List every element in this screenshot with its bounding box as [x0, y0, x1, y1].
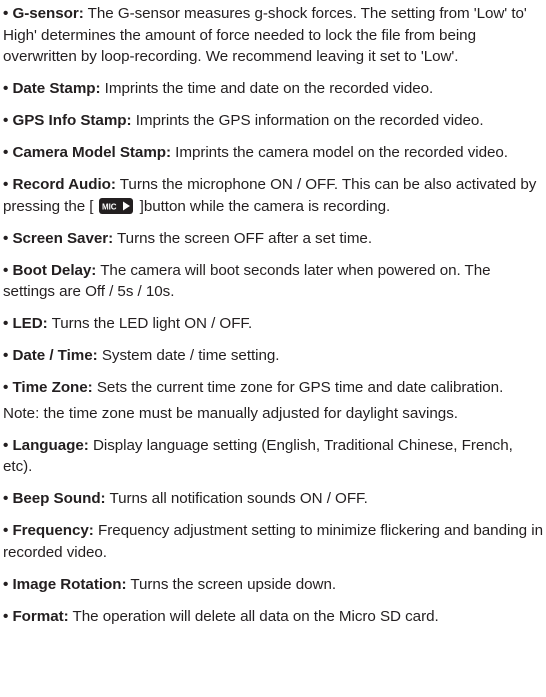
item-frequency: • Frequency: Frequency adjustment settin…: [3, 520, 543, 563]
item-beep-sound: • Beep Sound: Turns all notification sou…: [3, 488, 543, 510]
term-date-time: Date / Time:: [12, 347, 98, 364]
term-frequency: Frequency:: [12, 522, 94, 539]
desc-gps-info-stamp: Imprints the GPS information on the reco…: [131, 112, 484, 129]
desc-beep-sound: Turns all notification sounds ON / OFF.: [105, 490, 368, 507]
term-time-zone: Time Zone:: [12, 379, 93, 396]
item-record-audio: • Record Audio: Turns the microphone ON …: [3, 174, 543, 217]
item-g-sensor: • G-sensor: The G-sensor measures g-shoc…: [3, 3, 543, 68]
desc-camera-model-stamp: Imprints the camera model on the recorde…: [171, 144, 508, 161]
item-date-stamp: • Date Stamp: Imprints the time and date…: [3, 78, 543, 100]
item-language: • Language: Display language setting (En…: [3, 435, 543, 478]
mic-button-icon: MIC: [99, 197, 134, 214]
term-record-audio: Record Audio:: [12, 176, 116, 193]
item-camera-model-stamp: • Camera Model Stamp: Imprints the camer…: [3, 142, 543, 164]
bullet: •: [3, 261, 9, 279]
desc-time-zone: Sets the current time zone for GPS time …: [92, 379, 504, 396]
desc-led: Turns the LED light ON / OFF.: [47, 315, 253, 332]
term-date-stamp: Date Stamp:: [12, 80, 101, 97]
item-screen-saver: • Screen Saver: Turns the screen OFF aft…: [3, 228, 543, 250]
desc-record-audio-after: ]button while the camera is recording.: [135, 197, 391, 215]
bullet: •: [3, 144, 9, 161]
bullet: •: [3, 315, 9, 332]
desc-date-time: System date / time setting.: [97, 347, 280, 364]
item-led: • LED: Turns the LED light ON / OFF.: [3, 313, 543, 335]
item-time-zone: • Time Zone: Sets the current time zone …: [3, 377, 543, 399]
term-camera-model-stamp: Camera Model Stamp:: [12, 144, 172, 161]
item-date-time: • Date / Time: System date / time settin…: [3, 345, 543, 367]
item-boot-delay: • Boot Delay: The camera will boot secon…: [3, 260, 543, 303]
bullet: •: [3, 80, 9, 97]
bullet: •: [3, 112, 9, 129]
bullet: •: [3, 575, 9, 593]
bullet: •: [3, 176, 9, 193]
settings-description-list: • G-sensor: The G-sensor measures g-shoc…: [3, 3, 543, 638]
desc-date-stamp: Imprints the time and date on the record…: [100, 80, 434, 97]
bullet: •: [3, 490, 9, 507]
bullet: •: [3, 347, 9, 364]
term-gps-info-stamp: GPS Info Stamp:: [12, 112, 132, 129]
bullet: •: [3, 522, 9, 539]
item-gps-info-stamp: • GPS Info Stamp: Imprints the GPS infor…: [3, 110, 543, 132]
bullet: •: [3, 229, 9, 247]
term-g-sensor: G-sensor:: [12, 5, 84, 22]
desc-screen-saver: Turns the screen OFF after a set time.: [113, 229, 372, 247]
term-image-rotation: Image Rotation:: [12, 575, 127, 593]
bullet: •: [3, 5, 9, 22]
item-image-rotation: • Image Rotation: Turns the screen upsid…: [3, 574, 543, 596]
bullet: •: [3, 607, 9, 625]
time-zone-note: Note: the time zone must be manually adj…: [3, 404, 459, 422]
term-boot-delay: Boot Delay:: [12, 261, 97, 279]
term-screen-saver: Screen Saver:: [12, 229, 114, 247]
desc-format: The operation will delete all data on th…: [68, 607, 439, 625]
mic-icon-label: MIC: [102, 202, 117, 211]
desc-image-rotation: Turns the screen upside down.: [126, 575, 337, 593]
item-format: • Format: The operation will delete all …: [3, 606, 543, 628]
term-language: Language:: [12, 436, 89, 454]
term-led: LED:: [12, 315, 48, 332]
term-beep-sound: Beep Sound:: [12, 490, 106, 507]
term-format: Format:: [12, 607, 69, 625]
bullet: •: [3, 436, 9, 454]
bullet: •: [3, 379, 9, 396]
